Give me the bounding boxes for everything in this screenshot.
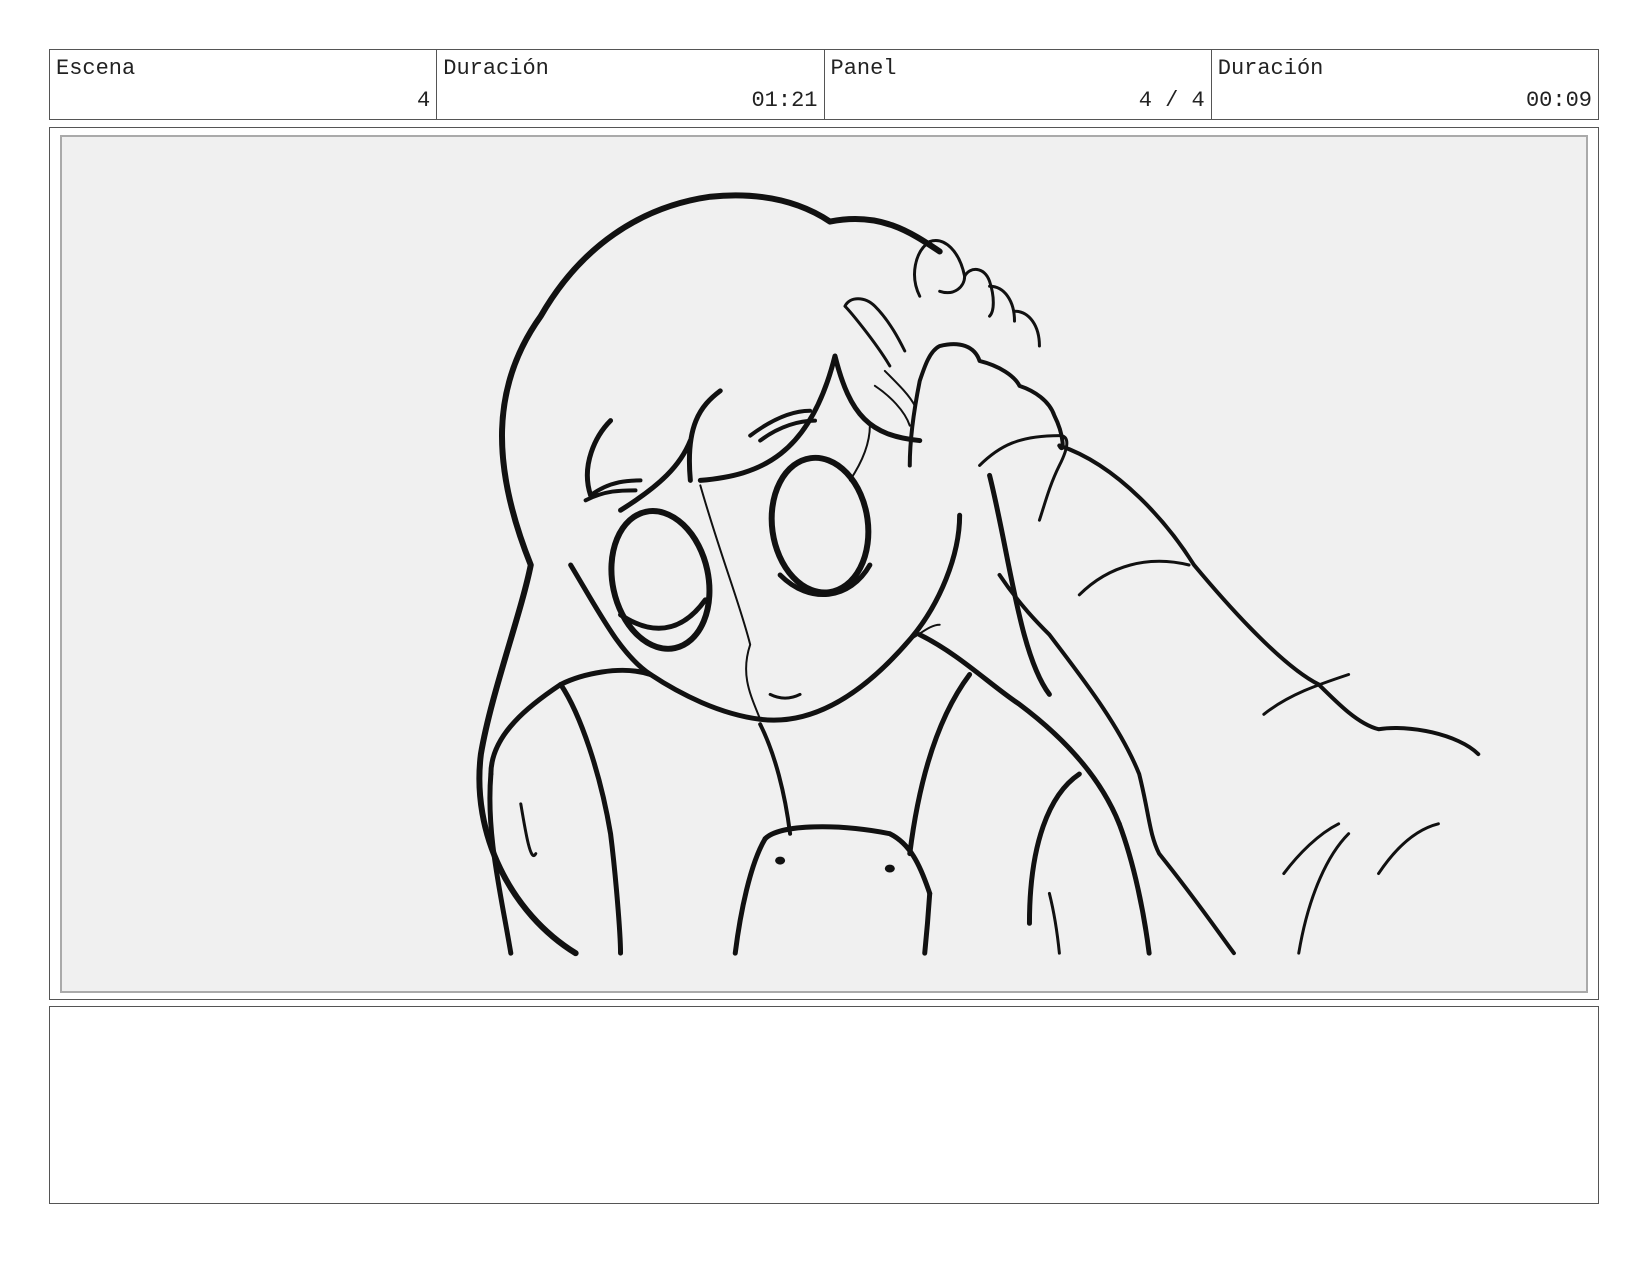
left-eyebrow — [583, 478, 643, 503]
phone-left — [732, 836, 768, 956]
hand — [907, 342, 1065, 468]
palm-line — [873, 369, 916, 427]
panel-duration-value: 00:09 — [1525, 88, 1592, 113]
shirt-center — [758, 722, 793, 836]
arm-fold-4 — [1377, 822, 1440, 876]
collar-left — [488, 667, 653, 777]
left-eye-lid — [618, 597, 708, 631]
scene-cell: Escena 4 — [50, 50, 438, 119]
arm-top — [1057, 443, 1481, 757]
storyboard-drawing-canvas — [60, 135, 1588, 993]
collar-right — [917, 632, 1122, 827]
panel-value: 4 / 4 — [1138, 88, 1205, 113]
finger-2 — [963, 268, 995, 318]
storyboard-frame — [49, 127, 1599, 1000]
panel-cell: Panel 4 / 4 — [825, 50, 1212, 119]
panel-duration-label: Duración — [1217, 56, 1324, 81]
arm-fold-5 — [1297, 832, 1351, 955]
thumb — [843, 297, 907, 368]
phone-button-left — [775, 856, 786, 865]
hair-strand — [848, 424, 941, 641]
panel-info-header: Escena 4 Duración 01:21 Panel 4 / 4 Dura… — [49, 49, 1599, 120]
scene-duration-cell: Duración 01:21 — [437, 50, 825, 119]
scene-duration-label: Duración — [443, 56, 549, 81]
phone-right — [922, 890, 933, 956]
phone-top — [762, 824, 933, 896]
mouth — [768, 692, 802, 700]
shirt-right — [907, 671, 973, 857]
arm-bottom — [997, 572, 1236, 956]
sleeve-left-inner — [519, 802, 538, 858]
torso-right-inner — [1047, 891, 1061, 955]
left-eye — [608, 508, 713, 652]
hair-right-strand — [987, 472, 1052, 697]
scene-value: 4 — [417, 88, 431, 113]
arm-fold-1 — [1077, 559, 1191, 597]
character-sketch — [476, 192, 1481, 957]
torso-right-edge — [1116, 821, 1152, 956]
scene-label: Escena — [56, 56, 136, 81]
shirt-left — [558, 681, 624, 956]
panel-notes-box[interactable] — [49, 1006, 1599, 1204]
panel-label: Panel — [830, 56, 897, 81]
panel-duration-cell: Duración 00:09 — [1212, 50, 1598, 119]
scene-duration-value: 01:21 — [751, 88, 818, 113]
finger-4 — [1013, 309, 1041, 348]
arm-fold-3 — [1282, 822, 1341, 876]
shoulder-right — [1026, 771, 1082, 926]
arm-fold-2 — [1262, 672, 1351, 716]
phone-button-right — [884, 864, 895, 873]
